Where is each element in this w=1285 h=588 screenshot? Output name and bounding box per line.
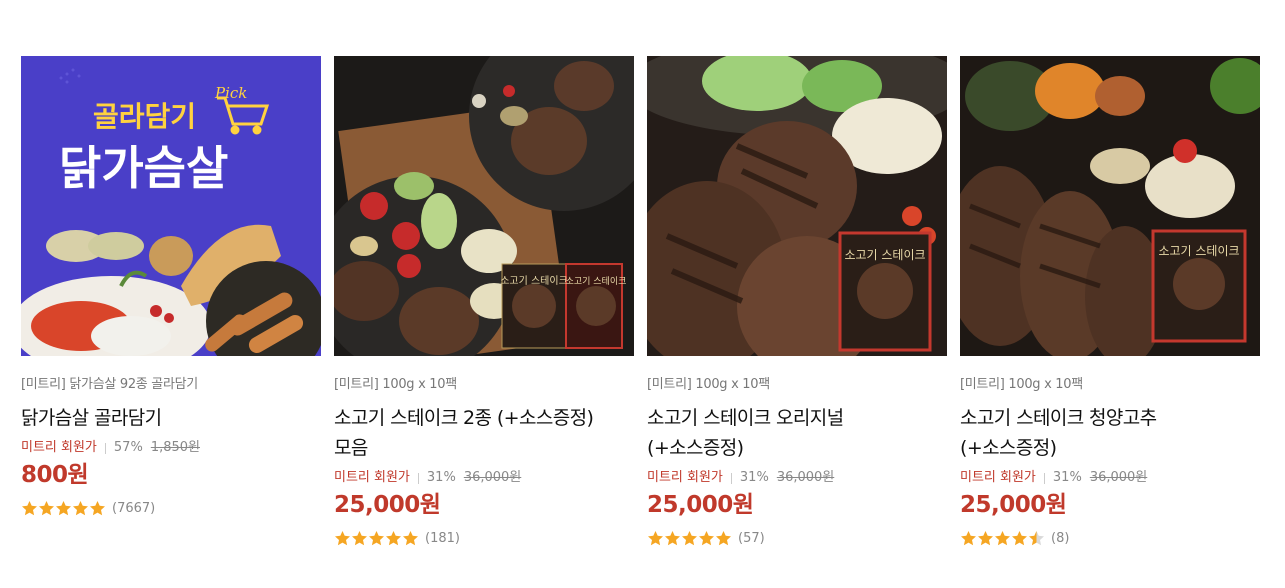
- sale-price: 25,000원: [960, 492, 1067, 518]
- price-meta: 미트리 회원가 31% 36,000원: [647, 469, 947, 487]
- star-icon: [665, 531, 680, 546]
- star-icon: [699, 531, 714, 546]
- rating: (181): [334, 529, 634, 547]
- brand-name: [미트리]: [334, 377, 379, 392]
- discount-rate: 31%: [1052, 470, 1082, 485]
- product-title[interactable]: 소고기 스테이크 청양고추 (+소스증정): [960, 403, 1260, 463]
- package-label: 소고기 스테이크: [566, 276, 627, 287]
- member-price-label: 미트리 회원가: [647, 470, 723, 485]
- banner-top-text: 골라담기: [93, 100, 196, 133]
- banner-main-text: 닭가슴살: [59, 141, 228, 195]
- product-card[interactable]: Pick 골라담기 닭가슴살 [미트리] 닭가슴살 92종 골라담기 닭가슴살 …: [21, 56, 321, 547]
- member-price-label: 미트리 회원가: [960, 470, 1036, 485]
- divider: [417, 472, 419, 484]
- star-icon: [1029, 531, 1044, 546]
- star-icon: [648, 531, 663, 546]
- star-icon: [1012, 531, 1027, 546]
- discount-rate: 31%: [739, 470, 769, 485]
- discount-rate: 57%: [113, 440, 143, 455]
- star-icon: [90, 501, 105, 516]
- star-icon: [369, 531, 384, 546]
- star-rating: [334, 530, 419, 546]
- package-label: 소고기 스테이크: [500, 275, 568, 287]
- product-brand: [미트리] 닭가슴살 92종 골라담기: [21, 376, 321, 394]
- product-option: 닭가슴살 92종 골라담기: [69, 377, 198, 392]
- original-price: 36,000원: [1089, 470, 1148, 485]
- review-count: (181): [425, 530, 460, 546]
- review-count: (57): [738, 530, 765, 546]
- rating: (57): [647, 529, 947, 547]
- star-icon: [403, 531, 418, 546]
- member-price-label: 미트리 회원가: [21, 440, 97, 455]
- product-image[interactable]: Pick 골라담기 닭가슴살: [21, 56, 321, 356]
- divider: [730, 472, 732, 484]
- product-option: 100g x 10팩: [695, 377, 770, 392]
- original-price: 36,000원: [463, 470, 522, 485]
- discount-rate: 31%: [426, 470, 456, 485]
- star-icon: [22, 501, 37, 516]
- star-rating: [647, 530, 732, 546]
- star-icon: [716, 531, 731, 546]
- product-card[interactable]: 소고기 스테이크 소고기 스테이크 [미트리] 100g x 10팩 소고기 스…: [334, 56, 634, 547]
- brand-name: [미트리]: [647, 377, 692, 392]
- star-icon: [39, 501, 54, 516]
- star-icon: [56, 501, 71, 516]
- product-brand: [미트리] 100g x 10팩: [647, 376, 947, 394]
- divider: [104, 442, 106, 454]
- sale-price: 800원: [21, 462, 89, 488]
- star-icon: [335, 531, 350, 546]
- star-icon: [682, 531, 697, 546]
- price-meta: 미트리 회원가 57% 1,850원: [21, 439, 321, 457]
- product-title[interactable]: 소고기 스테이크 2종 (+소스증정) 모음: [334, 403, 634, 463]
- star-rating: [21, 500, 106, 516]
- star-icon: [73, 501, 88, 516]
- member-price-label: 미트리 회원가: [334, 470, 410, 485]
- star-rating: [960, 530, 1045, 546]
- original-price: 36,000원: [776, 470, 835, 485]
- sale-price: 25,000원: [334, 492, 441, 518]
- product-card[interactable]: 소고기 스테이크 [미트리] 100g x 10팩 소고기 스테이크 청양고추 …: [960, 56, 1260, 547]
- product-brand: [미트리] 100g x 10팩: [334, 376, 634, 394]
- product-title[interactable]: 닭가슴살 골라담기: [21, 403, 321, 433]
- product-title[interactable]: 소고기 스테이크 오리지널 (+소스증정): [647, 403, 947, 463]
- star-icon: [978, 531, 993, 546]
- review-count: (8): [1051, 530, 1070, 546]
- product-option: 100g x 10팩: [1008, 377, 1083, 392]
- price-meta: 미트리 회원가 31% 36,000원: [334, 469, 634, 487]
- star-icon: [995, 531, 1010, 546]
- divider: [1043, 472, 1045, 484]
- sale-price: 25,000원: [647, 492, 754, 518]
- star-icon: [961, 531, 976, 546]
- package-label: 소고기 스테이크: [1158, 244, 1239, 258]
- price-meta: 미트리 회원가 31% 36,000원: [960, 469, 1260, 487]
- product-image[interactable]: 소고기 스테이크: [647, 56, 947, 356]
- product-image[interactable]: 소고기 스테이크 소고기 스테이크: [334, 56, 634, 356]
- original-price: 1,850원: [150, 440, 200, 455]
- product-brand: [미트리] 100g x 10팩: [960, 376, 1260, 394]
- package-label: 소고기 스테이크: [844, 248, 925, 262]
- banner-pick-text: Pick: [214, 84, 247, 102]
- review-count: (7667): [112, 500, 156, 516]
- product-grid: Pick 골라담기 닭가슴살 [미트리] 닭가슴살 92종 골라담기 닭가슴살 …: [21, 56, 1260, 547]
- product-option: 100g x 10팩: [382, 377, 457, 392]
- star-icon: [386, 531, 401, 546]
- rating: (7667): [21, 499, 321, 517]
- product-image[interactable]: 소고기 스테이크: [960, 56, 1260, 356]
- star-icon: [352, 531, 367, 546]
- brand-name: [미트리]: [21, 377, 66, 392]
- brand-name: [미트리]: [960, 377, 1005, 392]
- rating: (8): [960, 529, 1260, 547]
- product-card[interactable]: 소고기 스테이크 [미트리] 100g x 10팩 소고기 스테이크 오리지널 …: [647, 56, 947, 547]
